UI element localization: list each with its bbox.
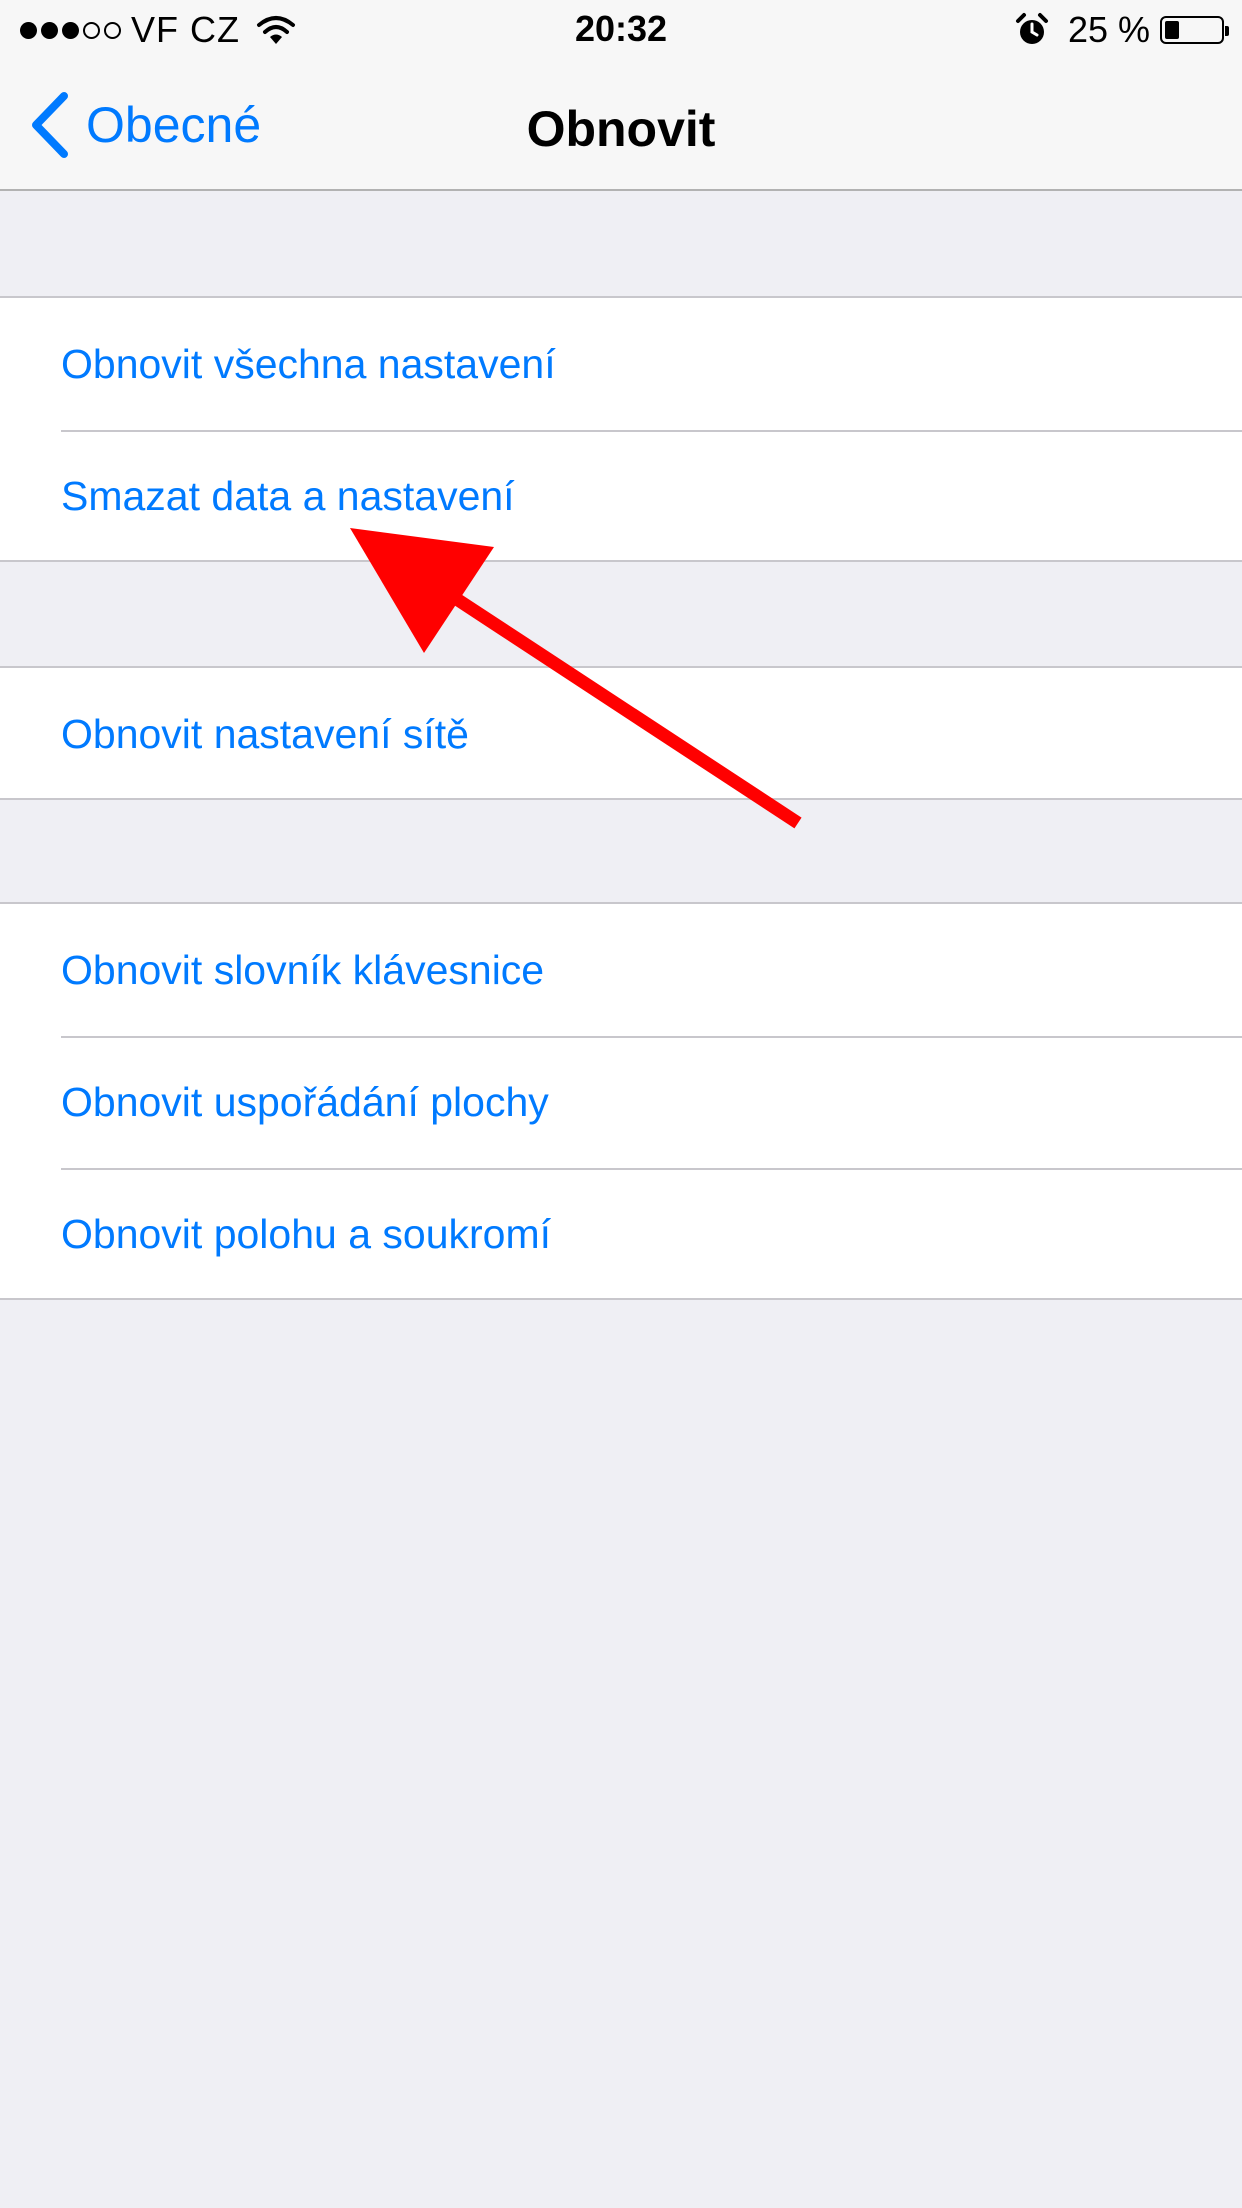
cell-label: Obnovit polohu a soukromí — [61, 1210, 551, 1257]
battery-percent: 25 % — [1067, 9, 1150, 50]
reset-home-screen-layout-button[interactable]: Obnovit uspořádání plochy — [0, 1036, 1242, 1168]
cell-label: Obnovit slovník klávesnice — [61, 946, 545, 993]
reset-all-settings-button[interactable]: Obnovit všechna nastavení — [0, 298, 1242, 430]
status-bar: VF CZ 20:32 25 % — [0, 0, 1242, 60]
erase-data-and-settings-button[interactable]: Smazat data a nastavení — [0, 430, 1242, 562]
reset-location-privacy-button[interactable]: Obnovit polohu a soukromí — [0, 1168, 1242, 1300]
battery-tip — [1225, 26, 1229, 36]
status-right: 25 % — [1014, 6, 1229, 54]
settings-group-1: Obnovit všechna nastavení Smazat data a … — [0, 296, 1242, 562]
reset-network-settings-button[interactable]: Obnovit nastavení sítě — [0, 668, 1242, 800]
cell-label: Obnovit uspořádání plochy — [61, 1078, 549, 1125]
settings-group-3: Obnovit slovník klávesnice Obnovit uspoř… — [0, 902, 1242, 1300]
cell-label: Obnovit nastavení sítě — [61, 710, 469, 757]
settings-group-2: Obnovit nastavení sítě — [0, 666, 1242, 800]
settings-screen: VF CZ 20:32 25 % Obecné Obnovit Obnovit … — [0, 0, 1242, 2208]
navigation-bar: Obecné Obnovit — [0, 60, 1242, 191]
page-title: Obnovit — [526, 101, 716, 157]
cell-label: Smazat data a nastavení — [61, 472, 515, 519]
cell-label: Obnovit všechna nastavení — [61, 340, 556, 387]
battery-icon — [1160, 16, 1229, 44]
alarm-icon — [1015, 13, 1048, 44]
reset-keyboard-dictionary-button[interactable]: Obnovit slovník klávesnice — [0, 904, 1242, 1036]
battery-fill — [1165, 21, 1179, 39]
